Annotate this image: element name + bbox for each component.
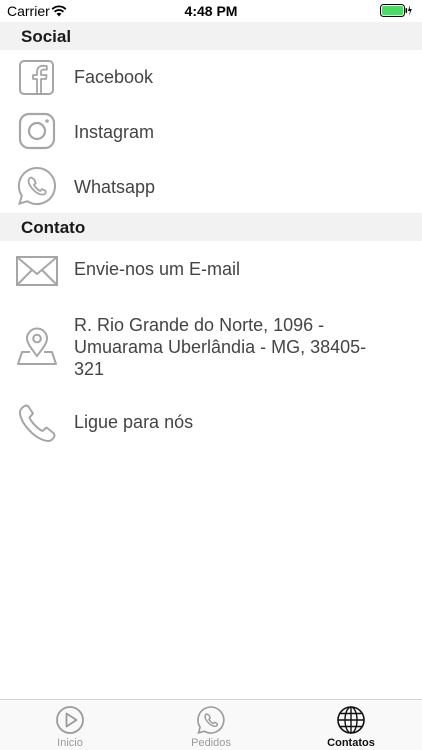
whatsapp-icon [196, 705, 226, 735]
play-icon [55, 705, 85, 735]
tab-label-pedidos: Pedidos [191, 737, 231, 749]
mail-icon [16, 250, 58, 292]
clock: 4:48 PM [184, 3, 238, 19]
contact-row-phone[interactable]: Ligue para nós [0, 400, 422, 444]
tab-pedidos[interactable]: Pedidos [141, 700, 281, 750]
instagram-icon [16, 110, 58, 152]
section-title-social: Social [21, 27, 72, 46]
section-title-contato: Contato [21, 218, 86, 237]
whatsapp-icon [16, 165, 58, 207]
contact-label-phone: Ligue para nós [74, 412, 194, 432]
tab-contatos[interactable]: Contatos [281, 700, 421, 750]
contact-label-email: Envie-nos um E-mail [74, 259, 241, 279]
globe-icon [336, 705, 366, 735]
phone-icon [16, 402, 58, 444]
contact-label-address: R. Rio Grande do Norte, 1096 - Umuarama … [74, 315, 367, 379]
section-header-contato: Contato [0, 213, 422, 241]
battery-icon [380, 4, 412, 22]
facebook-icon [16, 57, 58, 99]
tab-inicio[interactable]: Inicio [0, 700, 140, 750]
contact-label-facebook: Facebook [74, 67, 154, 87]
contact-row-email[interactable]: Envie-nos um E-mail [0, 248, 422, 288]
contact-row-facebook[interactable]: Facebook [0, 55, 422, 99]
contact-row-instagram[interactable]: Instagram [0, 110, 422, 154]
contact-label-instagram: Instagram [74, 122, 155, 142]
map-pin-icon [16, 326, 58, 368]
tab-label-inicio: Inicio [57, 737, 83, 749]
contact-row-whatsapp[interactable]: Whatsapp [0, 165, 422, 209]
status-bar: Carrier 4:48 PM [0, 0, 422, 22]
contact-label-whatsapp: Whatsapp [74, 177, 156, 197]
tab-label-contatos: Contatos [327, 737, 375, 749]
section-header-social: Social [0, 22, 422, 50]
tab-bar: Inicio Pedidos Contatos [0, 699, 422, 750]
contact-row-address[interactable]: R. Rio Grande do Norte, 1096 - Umuarama … [0, 312, 422, 382]
